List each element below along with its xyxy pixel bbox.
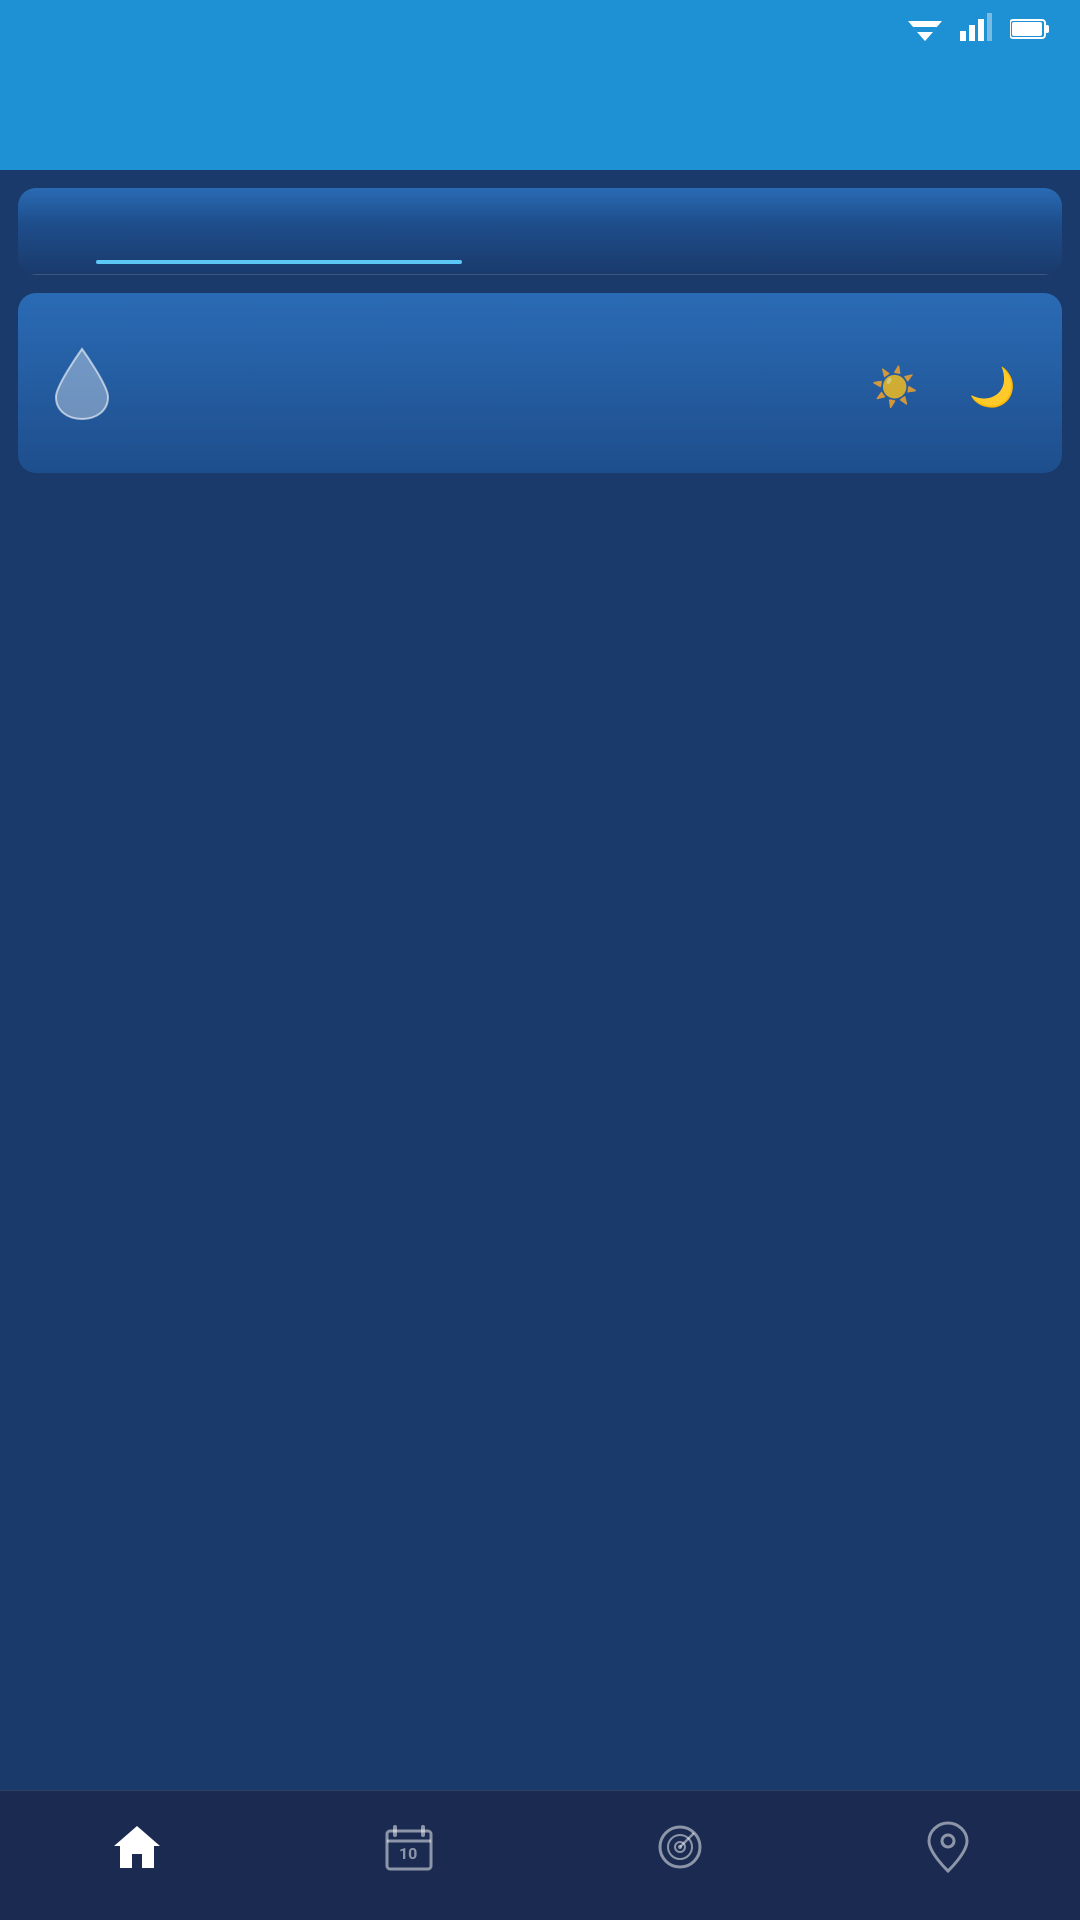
home-icon: [112, 1824, 162, 1882]
nav-calendar[interactable]: 10: [385, 1823, 433, 1889]
nav-radar[interactable]: [656, 1823, 704, 1889]
temperature-title: [18, 188, 1062, 220]
rain-drop-icon: [54, 345, 110, 437]
nav-location[interactable]: [927, 1821, 969, 1891]
metric-tabs: [18, 274, 1062, 275]
wifi-icon: [908, 13, 942, 48]
status-bar: [0, 0, 1080, 60]
signal-icon: [960, 13, 992, 48]
precip-day: ☀️: [871, 366, 928, 416]
tab-10days[interactable]: [18, 220, 540, 264]
battery-icon: [1010, 14, 1050, 47]
tab-byhour[interactable]: [540, 220, 1062, 264]
precip-night: 🌙: [969, 366, 1026, 416]
precip-day-night: ☀️ 🌙: [871, 366, 1026, 416]
moon-icon: 🌙: [969, 366, 1016, 410]
radar-icon: [656, 1823, 704, 1883]
view-tabs: [18, 220, 1062, 264]
svg-text:10: 10: [399, 1844, 417, 1863]
nav-today[interactable]: [112, 1824, 162, 1888]
app-bar: [0, 60, 1080, 170]
bottom-nav: 10: [0, 1790, 1080, 1920]
temperature-card: [18, 188, 1062, 275]
sun-icon: ☀️: [871, 366, 918, 410]
precipitation-card: ☀️ 🌙: [18, 293, 1062, 473]
location-icon: [927, 1821, 969, 1885]
calendar-icon: 10: [385, 1823, 433, 1883]
precip-info: [134, 389, 847, 393]
